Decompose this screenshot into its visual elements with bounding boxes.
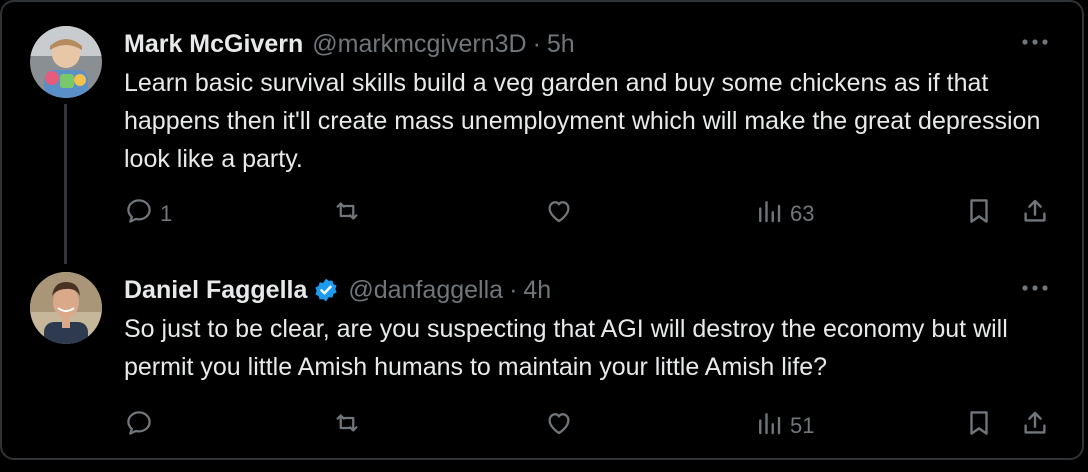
action-bar: 51 [124,406,1054,446]
retweet-button[interactable] [332,406,368,446]
separator-dot: · [532,30,541,58]
like-button[interactable] [544,194,580,234]
bookmark-button[interactable] [964,406,994,446]
retweet-icon [332,408,362,444]
view-count: 63 [790,201,815,226]
bookmark-button[interactable] [964,194,994,234]
views-button[interactable]: 51 [754,406,814,446]
like-icon [544,196,574,232]
timestamp[interactable]: 4h [523,274,551,306]
reply-button[interactable] [124,406,160,446]
reply-icon [124,196,154,232]
separator-dot: · [509,276,518,304]
views-icon [754,196,784,232]
reply-button[interactable]: 1 [124,194,172,234]
action-bar: 1 63 [124,194,1054,234]
share-icon [1020,196,1050,232]
retweet-icon [332,196,362,232]
tweet-thread-card: Mark McGivern @markmcgivern3D · 5h Learn… [0,0,1084,460]
view-count: 51 [790,413,815,438]
tweet-text: Learn basic survival skills build a veg … [124,69,1041,173]
like-icon [544,408,574,444]
share-button[interactable] [1020,194,1050,234]
reply-count: 1 [160,201,173,226]
share-icon [1020,408,1050,444]
verified-badge-icon [313,277,339,303]
tweet-header: Mark McGivern @markmcgivern3D · 5h [124,28,575,60]
avatar[interactable] [30,26,102,98]
views-button[interactable]: 63 [754,194,814,234]
timestamp[interactable]: 5h [547,28,575,60]
tweet-header: Daniel Faggella @danfaggella · 4h [124,274,551,306]
author-name[interactable]: Daniel Faggella [124,274,307,306]
share-button[interactable] [1020,406,1050,446]
more-icon[interactable] [1020,30,1050,54]
bookmark-icon [964,196,994,232]
reply-icon [124,408,154,444]
more-icon[interactable] [1020,276,1050,300]
avatar[interactable] [30,272,102,344]
author-name[interactable]: Mark McGivern [124,28,303,60]
views-icon [754,408,784,444]
tweet-text: So just to be clear, are you suspecting … [124,315,1008,381]
author-handle[interactable]: @markmcgivern3D [312,28,526,60]
bookmark-icon [964,408,994,444]
retweet-button[interactable] [332,194,368,234]
author-handle[interactable]: @danfaggella [348,274,503,306]
like-button[interactable] [544,406,580,446]
thread-connector-line [64,104,67,264]
